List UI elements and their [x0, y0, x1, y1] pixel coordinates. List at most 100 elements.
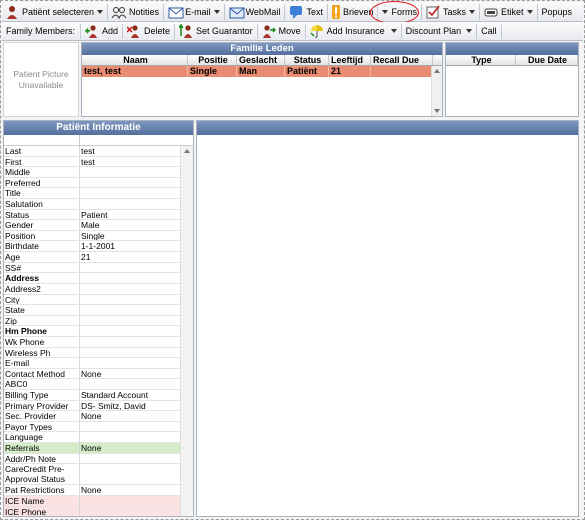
- row-label: Hm Phone: [4, 326, 80, 336]
- call-button[interactable]: Call: [478, 23, 500, 40]
- detail-panel-title: [197, 121, 578, 135]
- row-label: Preferred: [4, 177, 80, 188]
- move-button[interactable]: Move: [259, 23, 304, 40]
- patient-select-label: Patiënt selecteren: [22, 6, 95, 17]
- info-row-state[interactable]: State: [4, 305, 181, 316]
- chevron-down-icon[interactable]: [526, 9, 533, 14]
- tasks-button[interactable]: Tasks: [423, 3, 478, 21]
- table-cell: Man: [237, 66, 285, 77]
- scroll-up-icon[interactable]: [184, 149, 190, 153]
- vertical-scrollbar[interactable]: [431, 66, 442, 116]
- info-row-ssn[interactable]: SS#: [4, 262, 181, 274]
- discount-plan-button[interactable]: Discount Plan: [403, 23, 476, 40]
- info-row-sec-provider[interactable]: Sec. Provider None: [4, 411, 181, 422]
- info-row-middle[interactable]: Middle: [4, 167, 181, 178]
- info-row-address[interactable]: Address: [4, 273, 181, 284]
- popups-button[interactable]: Popups: [539, 3, 576, 21]
- info-row-gender[interactable]: Gender Male: [4, 220, 181, 231]
- info-row-ice-name[interactable]: ICE Name: [4, 495, 181, 507]
- text-button[interactable]: Text: [286, 3, 326, 21]
- text-label: Text: [306, 6, 323, 17]
- info-row-wireless-ph[interactable]: Wireless Ph: [4, 347, 181, 359]
- table-cell: [371, 66, 433, 77]
- info-row-carecredit[interactable]: CareCredit Pre-Approval Status: [4, 464, 181, 486]
- chevron-down-icon[interactable]: [213, 9, 220, 14]
- info-row-position[interactable]: Position Single: [4, 230, 181, 242]
- column-header[interactable]: Recall Due: [371, 55, 433, 65]
- delete-button[interactable]: Delete: [124, 23, 173, 40]
- info-row-preferred[interactable]: Preferred: [4, 177, 181, 189]
- row-label: E-mail: [4, 358, 80, 368]
- notes-button[interactable]: Notities: [109, 3, 162, 21]
- email-button[interactable]: E-mail: [165, 3, 223, 21]
- info-row-ice-phone[interactable]: ICE Phone: [4, 506, 181, 516]
- row-label: ICE Phone: [4, 506, 80, 516]
- forms-button[interactable]: Forms: [379, 3, 420, 21]
- chevron-down-icon[interactable]: [382, 9, 389, 14]
- info-row-status[interactable]: Status Patient: [4, 209, 181, 221]
- patient-picture-text: Patient Picture Unavailable: [13, 68, 69, 90]
- tasks-grid-header: Type Due Date: [446, 55, 578, 66]
- patient-select-button[interactable]: Patiënt selecteren: [2, 3, 106, 21]
- info-row-addr-ph-note[interactable]: Addr/Ph Note: [4, 453, 181, 465]
- letters-button[interactable]: Brieven: [329, 3, 377, 21]
- column-header[interactable]: Due Date: [516, 55, 578, 65]
- column-header[interactable]: Naam: [82, 55, 188, 65]
- row-label: Payor Types: [4, 421, 80, 432]
- info-row-first[interactable]: First test: [4, 156, 181, 168]
- row-value: [80, 454, 181, 464]
- info-row-hm-phone[interactable]: Hm Phone: [4, 326, 181, 337]
- add-insurance-button[interactable]: Add Insurance: [307, 23, 400, 40]
- chevron-down-icon[interactable]: [97, 9, 104, 14]
- row-label: Sec. Provider: [4, 411, 80, 421]
- info-row-email[interactable]: E-mail: [4, 358, 181, 369]
- info-row-primary-provider[interactable]: Primary Provider DS- Smitz, David: [4, 400, 181, 412]
- column-header[interactable]: Geslacht: [237, 55, 285, 65]
- column-header[interactable]: Positie: [188, 55, 237, 65]
- info-row-billing-type[interactable]: Billing Type Standard Account: [4, 390, 181, 401]
- info-row-last[interactable]: Last test: [4, 146, 181, 157]
- label-button[interactable]: Etiket: [481, 3, 536, 21]
- add-button[interactable]: Add: [82, 23, 121, 40]
- set-guarantor-button[interactable]: Set Guarantor: [176, 23, 256, 40]
- row-label: ABC0: [4, 379, 80, 390]
- info-row-title[interactable]: Title: [4, 188, 181, 200]
- vertical-scrollbar[interactable]: [180, 146, 193, 516]
- info-row-language[interactable]: Language: [4, 432, 181, 444]
- table-row[interactable]: test, test Single Man Patiënt 21: [82, 66, 442, 77]
- info-row-abc0[interactable]: ABC0: [4, 379, 181, 391]
- info-row-payor-types[interactable]: Payor Types: [4, 421, 181, 433]
- info-row-wk-phone[interactable]: Wk Phone: [4, 336, 181, 348]
- table-cell: Patiënt: [285, 66, 329, 77]
- column-header[interactable]: Type: [446, 55, 516, 65]
- tag-icon: [484, 5, 498, 19]
- info-row-contact-method[interactable]: Contact Method None: [4, 368, 181, 380]
- set-guarantor-label: Set Guarantor: [196, 26, 253, 36]
- info-row-address2[interactable]: Address2: [4, 283, 181, 295]
- row-label: Language: [4, 432, 80, 443]
- scroll-down-icon[interactable]: [434, 109, 440, 113]
- scroll-up-icon[interactable]: [434, 69, 440, 73]
- webmail-button[interactable]: WebMail: [226, 3, 284, 21]
- info-row-age[interactable]: Age 21: [4, 252, 181, 263]
- info-row-referrals[interactable]: Referrals None: [4, 443, 181, 454]
- info-row-city[interactable]: City: [4, 294, 181, 306]
- add-insurance-label: Add Insurance: [326, 26, 385, 36]
- row-value: Patient: [81, 209, 108, 220]
- column-header[interactable]: Status: [285, 55, 329, 65]
- chevron-down-icon[interactable]: [468, 9, 475, 14]
- tasks-grid-title: [446, 43, 578, 55]
- row-label: First: [4, 156, 80, 167]
- info-row-pat-restrictions[interactable]: Pat Restrictions None: [4, 485, 181, 496]
- people-icon: [111, 5, 127, 19]
- info-row-birthdate[interactable]: Birthdate 1-1-2001: [4, 241, 181, 253]
- info-row-zip[interactable]: Zip: [4, 315, 181, 327]
- info-row-salutation[interactable]: Salutation: [4, 199, 181, 210]
- chevron-down-icon[interactable]: [390, 29, 397, 33]
- webmail-label: WebMail: [245, 6, 281, 17]
- chevron-down-icon[interactable]: [466, 29, 473, 33]
- row-value: None: [81, 485, 102, 495]
- column-header[interactable]: Leeftijd: [329, 55, 371, 65]
- row-value: test: [81, 156, 95, 167]
- row-label: Last: [4, 146, 80, 156]
